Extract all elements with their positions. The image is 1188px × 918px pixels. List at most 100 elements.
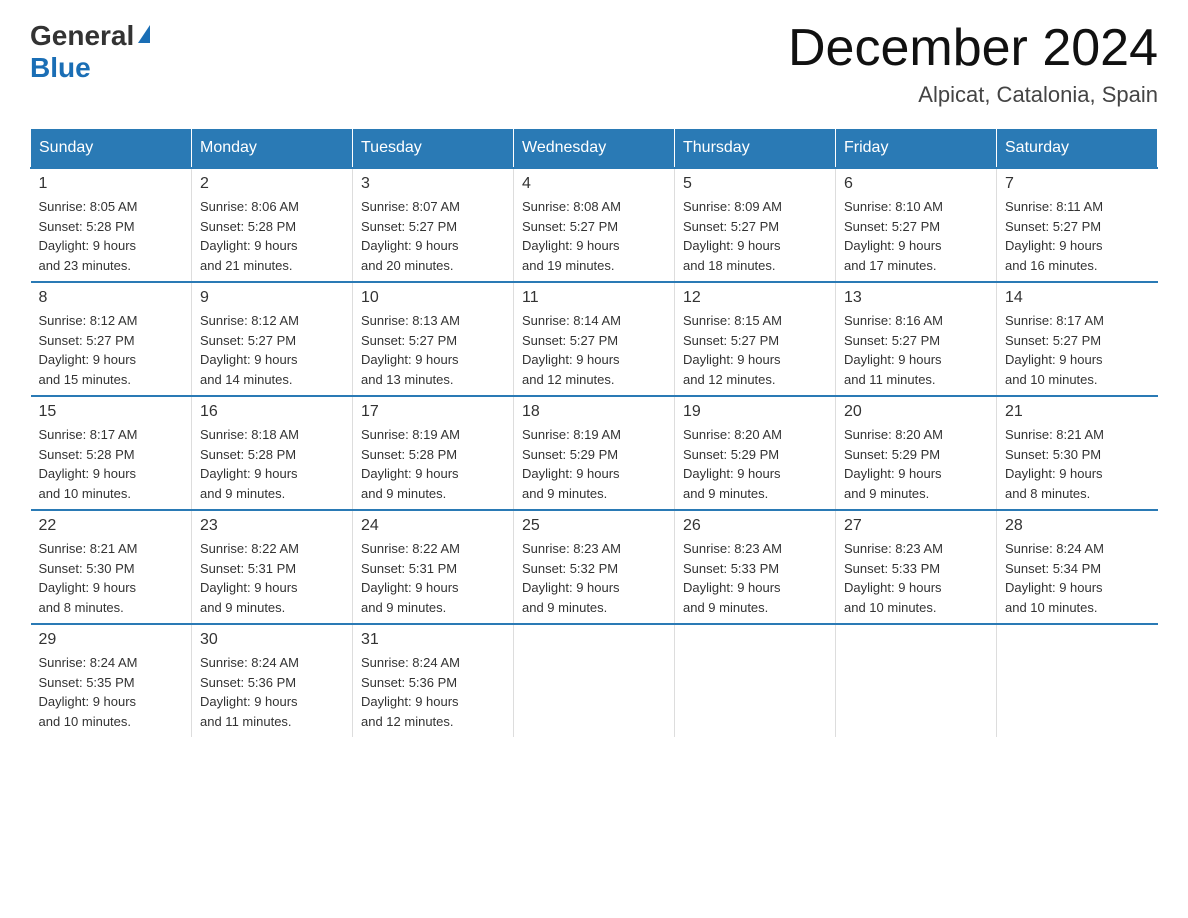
calendar-week-row: 29 Sunrise: 8:24 AM Sunset: 5:35 PM Dayl… — [31, 624, 1158, 737]
calendar-cell: 3 Sunrise: 8:07 AM Sunset: 5:27 PM Dayli… — [353, 168, 514, 282]
day-number: 4 — [522, 175, 666, 193]
calendar-cell: 8 Sunrise: 8:12 AM Sunset: 5:27 PM Dayli… — [31, 282, 192, 396]
day-info: Sunrise: 8:17 AM Sunset: 5:28 PM Dayligh… — [39, 425, 184, 503]
calendar-cell: 5 Sunrise: 8:09 AM Sunset: 5:27 PM Dayli… — [675, 168, 836, 282]
day-number: 30 — [200, 631, 344, 649]
day-info: Sunrise: 8:08 AM Sunset: 5:27 PM Dayligh… — [522, 197, 666, 275]
calendar-cell: 18 Sunrise: 8:19 AM Sunset: 5:29 PM Dayl… — [514, 396, 675, 510]
day-number: 12 — [683, 289, 827, 307]
day-number: 20 — [844, 403, 988, 421]
day-number: 2 — [200, 175, 344, 193]
day-info: Sunrise: 8:22 AM Sunset: 5:31 PM Dayligh… — [200, 539, 344, 617]
day-info: Sunrise: 8:21 AM Sunset: 5:30 PM Dayligh… — [1005, 425, 1150, 503]
calendar-cell: 14 Sunrise: 8:17 AM Sunset: 5:27 PM Dayl… — [997, 282, 1158, 396]
month-title: December 2024 — [788, 20, 1158, 77]
day-number: 3 — [361, 175, 505, 193]
col-sunday: Sunday — [31, 129, 192, 169]
day-info: Sunrise: 8:09 AM Sunset: 5:27 PM Dayligh… — [683, 197, 827, 275]
day-info: Sunrise: 8:12 AM Sunset: 5:27 PM Dayligh… — [200, 311, 344, 389]
calendar-cell: 25 Sunrise: 8:23 AM Sunset: 5:32 PM Dayl… — [514, 510, 675, 624]
logo-blue-text: Blue — [30, 52, 91, 84]
day-info: Sunrise: 8:20 AM Sunset: 5:29 PM Dayligh… — [844, 425, 988, 503]
calendar-cell: 2 Sunrise: 8:06 AM Sunset: 5:28 PM Dayli… — [192, 168, 353, 282]
calendar-week-row: 1 Sunrise: 8:05 AM Sunset: 5:28 PM Dayli… — [31, 168, 1158, 282]
day-number: 13 — [844, 289, 988, 307]
calendar-cell: 20 Sunrise: 8:20 AM Sunset: 5:29 PM Dayl… — [836, 396, 997, 510]
logo-arrow-icon — [138, 25, 150, 43]
day-info: Sunrise: 8:24 AM Sunset: 5:36 PM Dayligh… — [200, 653, 344, 731]
day-number: 11 — [522, 289, 666, 307]
calendar-cell: 10 Sunrise: 8:13 AM Sunset: 5:27 PM Dayl… — [353, 282, 514, 396]
day-info: Sunrise: 8:06 AM Sunset: 5:28 PM Dayligh… — [200, 197, 344, 275]
calendar-cell: 22 Sunrise: 8:21 AM Sunset: 5:30 PM Dayl… — [31, 510, 192, 624]
calendar-cell: 12 Sunrise: 8:15 AM Sunset: 5:27 PM Dayl… — [675, 282, 836, 396]
calendar-cell: 23 Sunrise: 8:22 AM Sunset: 5:31 PM Dayl… — [192, 510, 353, 624]
day-number: 7 — [1005, 175, 1150, 193]
day-info: Sunrise: 8:12 AM Sunset: 5:27 PM Dayligh… — [39, 311, 184, 389]
col-wednesday: Wednesday — [514, 129, 675, 169]
calendar-week-row: 8 Sunrise: 8:12 AM Sunset: 5:27 PM Dayli… — [31, 282, 1158, 396]
day-info: Sunrise: 8:24 AM Sunset: 5:35 PM Dayligh… — [39, 653, 184, 731]
day-number: 21 — [1005, 403, 1150, 421]
day-info: Sunrise: 8:20 AM Sunset: 5:29 PM Dayligh… — [683, 425, 827, 503]
day-info: Sunrise: 8:22 AM Sunset: 5:31 PM Dayligh… — [361, 539, 505, 617]
calendar-cell: 17 Sunrise: 8:19 AM Sunset: 5:28 PM Dayl… — [353, 396, 514, 510]
day-number: 19 — [683, 403, 827, 421]
calendar-cell: 9 Sunrise: 8:12 AM Sunset: 5:27 PM Dayli… — [192, 282, 353, 396]
calendar-week-row: 22 Sunrise: 8:21 AM Sunset: 5:30 PM Dayl… — [31, 510, 1158, 624]
col-saturday: Saturday — [997, 129, 1158, 169]
calendar-cell: 11 Sunrise: 8:14 AM Sunset: 5:27 PM Dayl… — [514, 282, 675, 396]
calendar-cell: 4 Sunrise: 8:08 AM Sunset: 5:27 PM Dayli… — [514, 168, 675, 282]
calendar-cell: 29 Sunrise: 8:24 AM Sunset: 5:35 PM Dayl… — [31, 624, 192, 737]
col-friday: Friday — [836, 129, 997, 169]
day-number: 18 — [522, 403, 666, 421]
calendar-cell: 28 Sunrise: 8:24 AM Sunset: 5:34 PM Dayl… — [997, 510, 1158, 624]
day-info: Sunrise: 8:23 AM Sunset: 5:33 PM Dayligh… — [844, 539, 988, 617]
calendar-table: Sunday Monday Tuesday Wednesday Thursday… — [30, 128, 1158, 737]
calendar-cell: 27 Sunrise: 8:23 AM Sunset: 5:33 PM Dayl… — [836, 510, 997, 624]
day-number: 15 — [39, 403, 184, 421]
day-info: Sunrise: 8:14 AM Sunset: 5:27 PM Dayligh… — [522, 311, 666, 389]
day-number: 26 — [683, 517, 827, 535]
col-thursday: Thursday — [675, 129, 836, 169]
calendar-week-row: 15 Sunrise: 8:17 AM Sunset: 5:28 PM Dayl… — [31, 396, 1158, 510]
day-info: Sunrise: 8:19 AM Sunset: 5:29 PM Dayligh… — [522, 425, 666, 503]
day-number: 29 — [39, 631, 184, 649]
day-number: 9 — [200, 289, 344, 307]
day-info: Sunrise: 8:24 AM Sunset: 5:34 PM Dayligh… — [1005, 539, 1150, 617]
calendar-cell — [675, 624, 836, 737]
logo-blue-section — [136, 30, 150, 43]
calendar-cell: 7 Sunrise: 8:11 AM Sunset: 5:27 PM Dayli… — [997, 168, 1158, 282]
logo-general-text: General — [30, 20, 134, 52]
day-number: 16 — [200, 403, 344, 421]
day-info: Sunrise: 8:17 AM Sunset: 5:27 PM Dayligh… — [1005, 311, 1150, 389]
day-number: 1 — [39, 175, 184, 193]
calendar-cell: 31 Sunrise: 8:24 AM Sunset: 5:36 PM Dayl… — [353, 624, 514, 737]
day-number: 23 — [200, 517, 344, 535]
day-number: 10 — [361, 289, 505, 307]
calendar-body: 1 Sunrise: 8:05 AM Sunset: 5:28 PM Dayli… — [31, 168, 1158, 737]
calendar-cell: 15 Sunrise: 8:17 AM Sunset: 5:28 PM Dayl… — [31, 396, 192, 510]
calendar-cell — [997, 624, 1158, 737]
calendar-cell — [514, 624, 675, 737]
day-info: Sunrise: 8:23 AM Sunset: 5:32 PM Dayligh… — [522, 539, 666, 617]
col-tuesday: Tuesday — [353, 129, 514, 169]
logo: General Blue — [30, 20, 150, 84]
calendar-cell: 6 Sunrise: 8:10 AM Sunset: 5:27 PM Dayli… — [836, 168, 997, 282]
day-number: 5 — [683, 175, 827, 193]
day-info: Sunrise: 8:05 AM Sunset: 5:28 PM Dayligh… — [39, 197, 184, 275]
day-info: Sunrise: 8:07 AM Sunset: 5:27 PM Dayligh… — [361, 197, 505, 275]
calendar-header: Sunday Monday Tuesday Wednesday Thursday… — [31, 129, 1158, 169]
day-info: Sunrise: 8:16 AM Sunset: 5:27 PM Dayligh… — [844, 311, 988, 389]
calendar-cell: 21 Sunrise: 8:21 AM Sunset: 5:30 PM Dayl… — [997, 396, 1158, 510]
day-number: 27 — [844, 517, 988, 535]
day-info: Sunrise: 8:18 AM Sunset: 5:28 PM Dayligh… — [200, 425, 344, 503]
title-section: December 2024 Alpicat, Catalonia, Spain — [788, 20, 1158, 108]
day-number: 14 — [1005, 289, 1150, 307]
calendar-cell: 13 Sunrise: 8:16 AM Sunset: 5:27 PM Dayl… — [836, 282, 997, 396]
day-info: Sunrise: 8:10 AM Sunset: 5:27 PM Dayligh… — [844, 197, 988, 275]
day-number: 6 — [844, 175, 988, 193]
day-info: Sunrise: 8:13 AM Sunset: 5:27 PM Dayligh… — [361, 311, 505, 389]
day-number: 17 — [361, 403, 505, 421]
page-header: General Blue December 2024 Alpicat, Cata… — [30, 20, 1158, 108]
